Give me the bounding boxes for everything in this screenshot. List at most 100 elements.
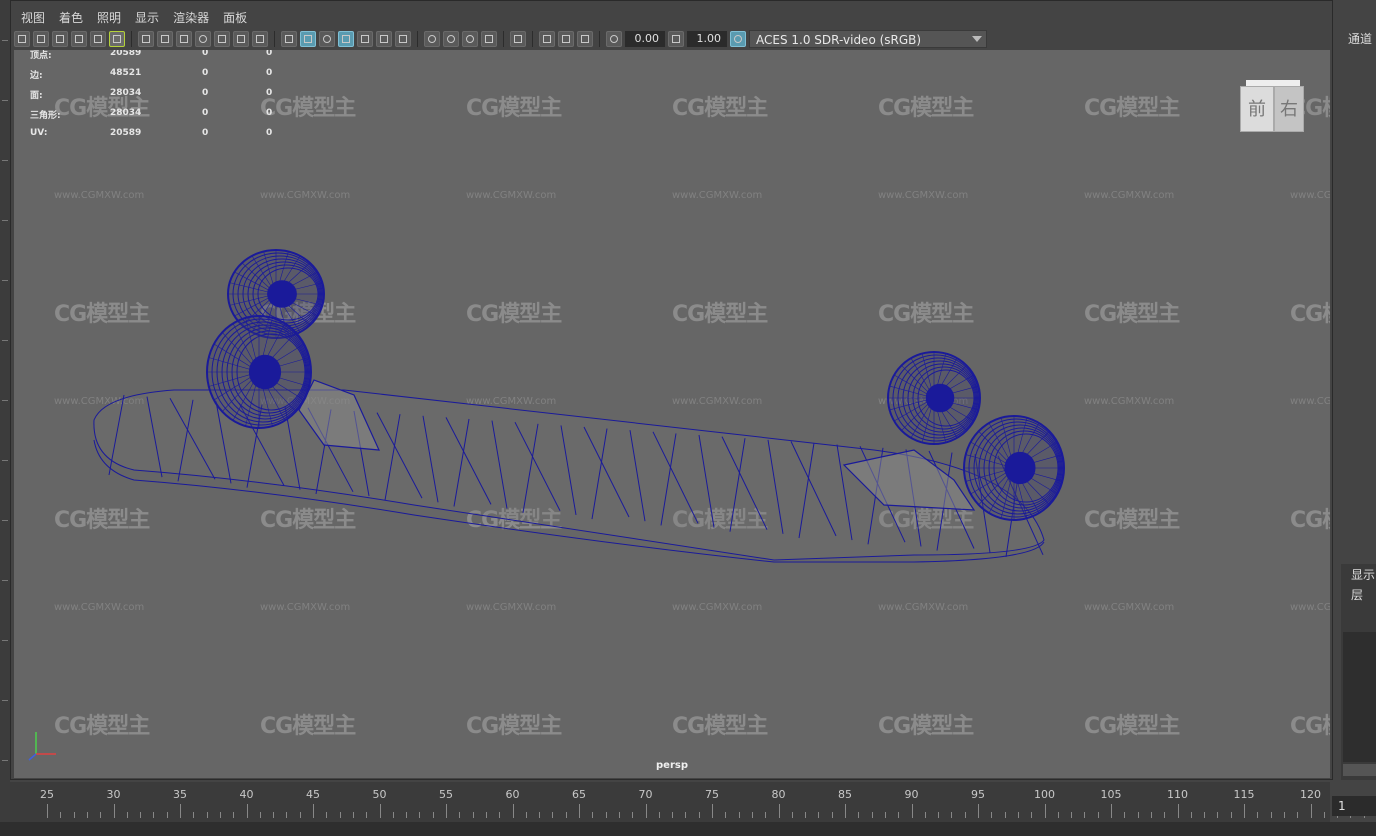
backface-culling-icon[interactable] (577, 31, 593, 47)
hud-label: 三角形: (30, 111, 61, 121)
hud-value: 0 (202, 88, 209, 98)
edge-tick (2, 220, 8, 221)
frame-tick (512, 804, 514, 818)
frame-tick (1057, 812, 1059, 818)
hud-value: 28034 (110, 108, 142, 118)
xray-icon[interactable] (357, 31, 373, 47)
view-transform-value: ACES 1.0 SDR-video (sRGB) (756, 33, 922, 47)
frame-tick (1297, 812, 1299, 818)
exposure-field[interactable]: 0.00 (625, 31, 665, 47)
frame-tick (1017, 812, 1019, 818)
use-all-lights-icon[interactable] (376, 31, 392, 47)
3d-viewport[interactable]: CG模型主 www.CGMXW.com CG模型主 www.CGMXW.com CG模型… (14, 50, 1330, 778)
frame-label: 60 (505, 788, 520, 801)
frame-tick (672, 812, 674, 818)
frame-tick (858, 812, 860, 818)
frame-tick (579, 804, 580, 818)
view-cube-front[interactable]: 前 (1240, 86, 1274, 132)
toolbar-separator (274, 31, 275, 47)
menu-shading[interactable]: 着色 (52, 6, 90, 28)
gate-mask-icon[interactable] (195, 31, 211, 47)
anti-aliasing-icon[interactable] (462, 31, 478, 47)
frame-tick (818, 812, 820, 818)
exposure-icon[interactable] (606, 31, 622, 47)
depth-of-field-icon[interactable] (481, 31, 497, 47)
wireframe-icon[interactable] (281, 31, 297, 47)
frame-tick (1270, 812, 1272, 818)
frame-tick (1031, 812, 1033, 818)
layer-menu[interactable]: 层 (1351, 586, 1363, 603)
isolate-select-icon[interactable] (510, 31, 526, 47)
frame-tick (339, 812, 341, 818)
menu-renderer[interactable]: 渲染器 (166, 6, 216, 28)
view-cube[interactable]: 前 右 (1240, 80, 1304, 138)
current-frame-field[interactable]: 1 (1332, 796, 1376, 816)
chevron-down-icon (972, 36, 982, 42)
frame-label: 30 (106, 788, 121, 801)
motion-blur-icon[interactable] (443, 31, 459, 47)
wheel-hub (925, 383, 955, 413)
xray-joints-icon[interactable] (539, 31, 555, 47)
frame-tick (1283, 812, 1285, 818)
frame-label: 115 (1233, 788, 1255, 801)
smooth-shade-icon[interactable] (300, 31, 316, 47)
grease-pencil-icon[interactable] (109, 31, 125, 47)
film-gate-icon[interactable] (157, 31, 173, 47)
frame-tick (698, 812, 700, 818)
wheel-hub (267, 280, 297, 308)
shadows-icon[interactable] (395, 31, 411, 47)
hud-label: 顶点: (30, 51, 52, 61)
frame-tick (193, 812, 195, 818)
menu-show[interactable]: 显示 (128, 6, 166, 28)
frame-tick (924, 812, 926, 818)
hud-value: 0 (266, 128, 273, 138)
xray-active-icon[interactable] (558, 31, 574, 47)
gamma-icon[interactable] (668, 31, 684, 47)
frame-tick (166, 812, 168, 818)
hud-row: UV: 20589 0 0 (30, 128, 306, 148)
channel-box-panel: 通道 显示 层 (1335, 0, 1376, 780)
view-transform-dropdown[interactable]: ACES 1.0 SDR-video (sRGB) (749, 30, 987, 48)
channel-box-title[interactable]: 通道 (1348, 30, 1372, 47)
frame-tick (259, 812, 261, 818)
default-material-icon[interactable] (319, 31, 335, 47)
frame-tick (738, 812, 740, 818)
frame-tick (1071, 812, 1073, 818)
hud-value: 0 (202, 50, 209, 58)
hud-row: 三角形: 28034 0 0 (30, 108, 306, 128)
select-camera-icon[interactable] (14, 31, 30, 47)
wheel (887, 351, 981, 445)
grid-icon[interactable] (138, 31, 154, 47)
field-chart-icon[interactable] (214, 31, 230, 47)
frame-tick (1164, 812, 1166, 818)
time-slider[interactable]: 25 30 35 40 45 50 55 60 65 70 75 80 85 90 95 100 105 110 1… (10, 782, 1365, 822)
image-plane-icon[interactable] (71, 31, 87, 47)
camera-name: persp (656, 760, 688, 771)
menu-view[interactable]: 视图 (14, 6, 52, 28)
frame-tick (791, 812, 793, 818)
camera-attributes-icon[interactable] (33, 31, 49, 47)
frame-tick (552, 812, 554, 818)
frame-label: 110 (1167, 788, 1188, 801)
bookmark-icon[interactable] (52, 31, 68, 47)
safe-action-icon[interactable] (233, 31, 249, 47)
menu-panels[interactable]: 面板 (216, 6, 254, 28)
wireframe-on-shaded-icon[interactable] (338, 31, 354, 47)
hud-value: 0 (202, 128, 209, 138)
frame-tick (911, 804, 913, 818)
hud-value: 0 (202, 68, 209, 78)
frame-tick (712, 804, 713, 818)
safe-title-icon[interactable] (252, 31, 268, 47)
layer-scrollbar[interactable] (1343, 764, 1376, 776)
frame-tick (459, 812, 461, 818)
menu-lighting[interactable]: 照明 (90, 6, 128, 28)
layer-list[interactable] (1343, 632, 1376, 762)
gamma-field[interactable]: 1.00 (687, 31, 727, 47)
display-tab[interactable]: 显示 (1351, 566, 1375, 583)
view-cube-right[interactable]: 右 (1274, 86, 1304, 132)
color-management-icon[interactable] (730, 31, 746, 47)
2d-pan-zoom-icon[interactable] (90, 31, 106, 47)
resolution-gate-icon[interactable] (176, 31, 192, 47)
screen-space-ao-icon[interactable] (424, 31, 440, 47)
edge-tick (2, 580, 8, 581)
